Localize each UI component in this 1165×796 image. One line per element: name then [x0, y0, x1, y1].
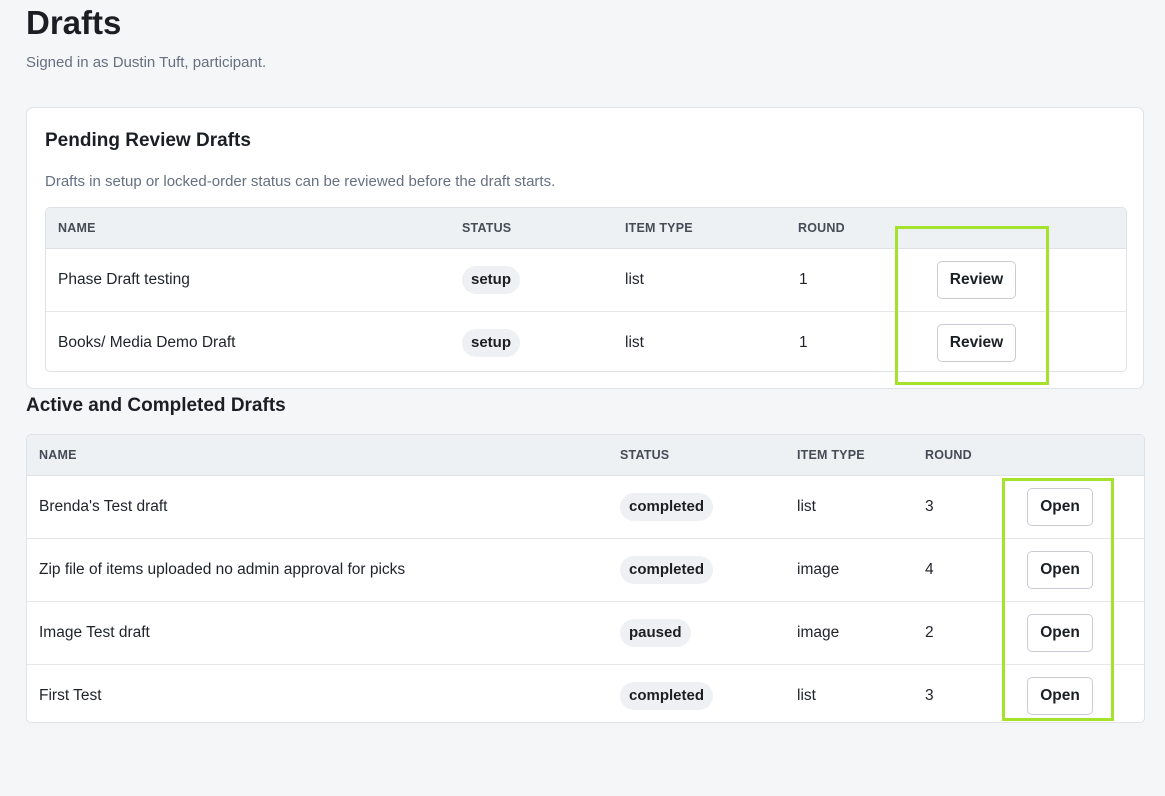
column-header-item-type: ITEM TYPE: [797, 448, 865, 462]
pending-review-card: Pending Review Drafts Drafts in setup or…: [26, 107, 1144, 389]
item-type: list: [797, 687, 816, 704]
review-button[interactable]: Review: [937, 324, 1016, 362]
table-header: NAME STATUS ITEM TYPE ROUND: [27, 435, 1144, 476]
table-header: NAME STATUS ITEM TYPE ROUND: [46, 208, 1126, 249]
open-button[interactable]: Open: [1027, 614, 1093, 652]
column-header-round: ROUND: [925, 448, 972, 462]
table-row: Books/ Media Demo Draft setup list 1 Rev…: [46, 312, 1126, 371]
pending-review-description: Drafts in setup or locked-order status c…: [45, 173, 556, 190]
status-badge: paused: [620, 619, 691, 647]
draft-name: Phase Draft testing: [58, 271, 190, 288]
round-number: 3: [925, 498, 934, 515]
round-number: 1: [799, 334, 808, 351]
status-badge: setup: [462, 266, 521, 294]
column-header-item-type: ITEM TYPE: [625, 221, 693, 235]
active-completed-title: Active and Completed Drafts: [26, 395, 286, 416]
status-badge: completed: [620, 493, 714, 521]
pending-drafts-table: NAME STATUS ITEM TYPE ROUND Phase Draft …: [45, 207, 1127, 372]
table-row: Brenda's Test draft completed list 3 Ope…: [27, 476, 1144, 539]
column-header-name: NAME: [58, 221, 96, 235]
round-number: 2: [925, 624, 934, 641]
draft-name: Books/ Media Demo Draft: [58, 334, 236, 351]
item-type: list: [625, 334, 644, 351]
active-drafts-table: NAME STATUS ITEM TYPE ROUND Brenda's Tes…: [26, 434, 1145, 723]
open-button[interactable]: Open: [1027, 677, 1093, 715]
table-row: Image Test draft paused image 2 Open: [27, 602, 1144, 665]
draft-name: Zip file of items uploaded no admin appr…: [39, 561, 406, 578]
item-type: image: [797, 561, 840, 578]
round-number: 1: [799, 271, 808, 288]
open-button[interactable]: Open: [1027, 551, 1093, 589]
draft-name: Brenda's Test draft: [39, 498, 168, 515]
open-button[interactable]: Open: [1027, 488, 1093, 526]
column-header-name: NAME: [39, 448, 77, 462]
column-header-status: STATUS: [620, 448, 670, 462]
pending-review-title: Pending Review Drafts: [45, 130, 251, 151]
page-title: Drafts: [26, 4, 122, 41]
status-badge: setup: [462, 329, 521, 357]
table-row: Phase Draft testing setup list 1 Review: [46, 249, 1126, 312]
status-badge: completed: [620, 682, 714, 710]
column-header-status: STATUS: [462, 221, 512, 235]
draft-name: Image Test draft: [39, 624, 150, 641]
item-type: list: [625, 271, 644, 288]
item-type: list: [797, 498, 816, 515]
item-type: image: [797, 624, 840, 641]
review-button[interactable]: Review: [937, 261, 1016, 299]
status-badge: completed: [620, 556, 714, 584]
signed-in-subtitle: Signed in as Dustin Tuft, participant.: [26, 54, 267, 71]
round-number: 3: [925, 687, 934, 704]
round-number: 4: [925, 561, 934, 578]
table-row: Zip file of items uploaded no admin appr…: [27, 539, 1144, 602]
draft-name: First Test: [39, 687, 102, 704]
column-header-round: ROUND: [798, 221, 845, 235]
table-row: First Test completed list 3 Open: [27, 665, 1144, 722]
